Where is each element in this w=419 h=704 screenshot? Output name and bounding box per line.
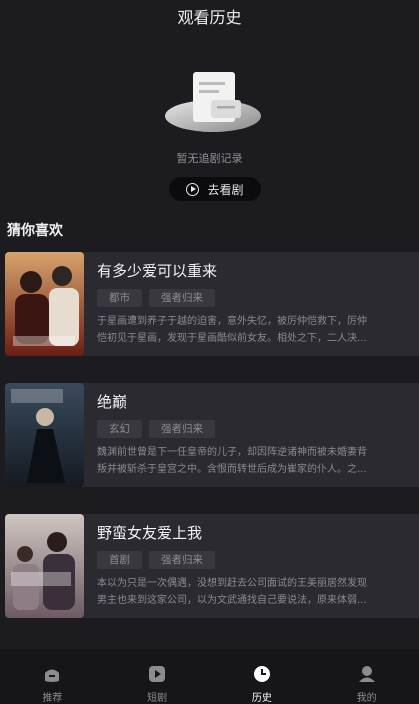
tab-label: 短剧 [147, 693, 168, 704]
tab-label: 推荐 [42, 693, 63, 704]
empty-message: 暂无追剧记录 [176, 152, 243, 165]
tab-profile[interactable]: 我的 [314, 649, 419, 704]
tab-short-drama[interactable]: 短剧 [105, 649, 210, 704]
drama-title: 绝巅 [97, 393, 128, 411]
drama-cover-image [5, 383, 84, 487]
drama-description: 魏渊前世曾是下一任皇帝的儿子，却因阵逆诸神而被未婚妻背 叛并被斩杀于皇宫之中。含… [97, 447, 367, 475]
go-watch-label: 去看剧 [207, 182, 244, 197]
page-title: 观看历史 [177, 8, 242, 27]
drama-title: 野蛮女友爱上我 [97, 524, 203, 542]
tab-history[interactable]: 历史 [210, 649, 315, 704]
drama-card[interactable]: 绝巅 玄幻 强者归来 魏渊前世曾是下一任皇帝的儿子，却因阵逆诸神而被未婚妻背 叛… [5, 383, 419, 487]
drama-tag: 强者归来 [149, 289, 215, 307]
drama-cover-image [5, 514, 84, 618]
drama-cover-image [5, 252, 84, 356]
clock-icon [253, 666, 270, 682]
tab-recommend[interactable]: 推荐 [0, 649, 105, 704]
drama-tag: 玄幻 [97, 420, 142, 438]
drama-tag: 都市 [97, 289, 142, 307]
person-icon [358, 666, 375, 682]
play-circle-icon [186, 182, 200, 196]
drama-description: 于星画遭到养子于越的迫害，意外失忆，被厉仲恺救下，厉仲 恺初见于星画，发现于星画… [97, 316, 367, 344]
home-icon [45, 669, 60, 682]
drama-tag: 首剧 [97, 551, 142, 569]
tab-label: 历史 [251, 693, 272, 704]
play-icon [149, 666, 166, 682]
empty-history-illustration [165, 72, 261, 132]
drama-tag: 强者归来 [149, 420, 215, 438]
drama-title: 有多少爱可以重来 [97, 262, 218, 280]
drama-card[interactable]: 野蛮女友爱上我 首剧 强者归来 本以为只是一次偶遇，没想到赶去公司面试的王美丽居… [5, 514, 419, 618]
go-watch-button[interactable]: 去看剧 [169, 177, 261, 201]
drama-tag: 强者归来 [149, 551, 215, 569]
drama-description: 本以为只是一次偶遇，没想到赶去公司面试的王美丽居然发现 男主也来到这家公司，以为… [97, 578, 367, 606]
drama-card[interactable]: 有多少爱可以重来 都市 强者归来 于星画遭到养子于越的迫害，意外失忆，被厉仲恺救… [5, 252, 419, 356]
bottom-tab-bar: 推荐 短剧 历史 我的 [0, 649, 419, 704]
section-title: 猜你喜欢 [7, 223, 63, 239]
tab-label: 我的 [356, 693, 377, 704]
